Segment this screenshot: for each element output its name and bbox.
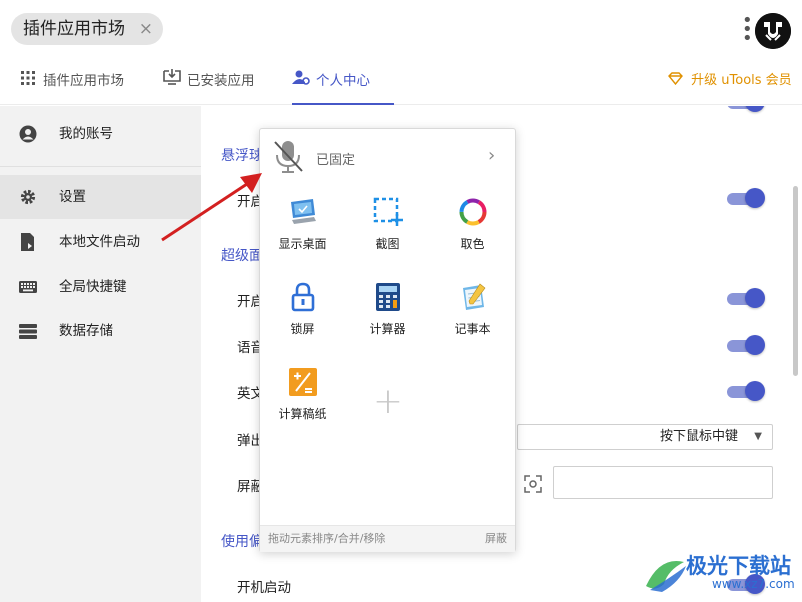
toggle-switch[interactable] — [727, 288, 765, 308]
add-tile-button[interactable]: + — [364, 381, 412, 429]
footer-hint: 拖动元素排序/合并/移除 — [268, 532, 386, 545]
tab-plugin-market[interactable]: 插件应用市场 — [19, 60, 124, 105]
chevron-down-icon: ▼ — [754, 431, 762, 442]
show-desktop-icon — [288, 197, 318, 227]
tile-notepad[interactable]: 记事本 — [430, 282, 515, 362]
color-picker-icon — [458, 197, 488, 227]
calc-paper-icon — [288, 367, 318, 397]
scrollbar[interactable] — [793, 186, 798, 376]
screenshot-icon — [373, 197, 403, 227]
upgrade-button[interactable]: 升级 uTools 会员 — [668, 60, 792, 105]
monitor-download-icon — [163, 60, 181, 102]
user-gear-icon — [292, 60, 310, 102]
utools-logo-icon — [755, 13, 791, 49]
storage-icon — [18, 309, 38, 357]
toggle-switch[interactable] — [727, 106, 765, 112]
keyboard-icon — [18, 265, 38, 311]
chevron-right-icon[interactable]: › — [488, 145, 495, 166]
app-title: 插件应用市场 — [23, 19, 125, 39]
tab-installed[interactable]: 已安装应用 — [163, 60, 255, 105]
row-label: 开机启动 — [237, 580, 291, 596]
title-bar: 插件应用市场 × • • • — [0, 0, 802, 60]
lock-screen-icon — [288, 282, 318, 312]
utools-logo[interactable] — [755, 13, 791, 49]
scan-focus-icon[interactable] — [523, 474, 543, 494]
tile-label: 锁屏 — [290, 322, 315, 336]
sidebar-item-hotkeys[interactable]: 全局快捷键 — [0, 265, 201, 309]
sidebar-item-label: 数据存储 — [59, 323, 113, 339]
toggle-switch[interactable] — [727, 335, 765, 355]
panel-footer: 拖动元素排序/合并/移除 屏蔽 — [260, 525, 515, 552]
more-menu-icon[interactable]: • • • — [742, 12, 753, 48]
tile-screenshot[interactable]: 截图 — [345, 197, 430, 277]
tile-label: 记事本 — [454, 322, 491, 336]
tile-lock-screen[interactable]: 锁屏 — [260, 282, 345, 362]
sidebar-item-label: 全局快捷键 — [59, 279, 127, 295]
tile-label: 计算稿纸 — [278, 407, 327, 421]
annotation-arrow — [161, 173, 262, 242]
tile-label: 计算器 — [369, 322, 406, 336]
sidebar-item-label: 我的账号 — [59, 126, 113, 142]
file-launch-icon — [18, 220, 38, 269]
toggle-switch[interactable] — [727, 188, 765, 208]
tab-label: 插件应用市场 — [43, 73, 124, 89]
tab-label: 个人中心 — [316, 73, 370, 89]
grid-icon — [19, 60, 37, 102]
toggle-switch[interactable] — [727, 381, 765, 401]
panel-header: 已固定 › — [260, 129, 517, 185]
tab-label: 已安装应用 — [187, 73, 255, 89]
upgrade-label: 升级 uTools 会员 — [691, 73, 792, 88]
tile-label: 取色 — [460, 237, 485, 251]
app-title-chip[interactable]: 插件应用市场 × — [11, 13, 163, 45]
gear-icon — [18, 175, 38, 224]
gem-icon — [668, 72, 691, 88]
tab-personal-center[interactable]: 个人中心 — [292, 60, 394, 105]
tile-calculator[interactable]: 计算器 — [345, 282, 430, 362]
sidebar-item-account[interactable]: 我的账号 — [0, 112, 201, 156]
watermark-site: www.xz7.com — [712, 577, 795, 591]
tile-label: 截图 — [375, 237, 400, 251]
footer-block-button[interactable]: 屏蔽 — [485, 526, 507, 552]
notepad-icon — [458, 282, 488, 312]
account-icon — [18, 112, 38, 161]
select-value: 按下鼠标中键 — [659, 429, 738, 444]
close-icon[interactable]: × — [139, 13, 153, 45]
trigger-select[interactable]: 按下鼠标中键 ▼ — [517, 424, 773, 450]
sidebar-item-storage[interactable]: 数据存储 — [0, 309, 201, 353]
sidebar-item-label: 设置 — [59, 189, 86, 205]
tile-color-picker[interactable]: 取色 — [430, 197, 515, 277]
super-panel-popup: 已固定 › 显示桌面 截图 取色 锁屏 计算器 记事本 计算稿纸 + 拖动元素排… — [259, 128, 516, 552]
tile-calc-paper[interactable]: 计算稿纸 — [260, 367, 345, 447]
watermark-title: 极光下载站 — [686, 554, 791, 578]
calculator-icon — [373, 282, 403, 312]
block-input[interactable] — [553, 466, 773, 499]
pinned-label: 已固定 — [316, 153, 356, 168]
sidebar-item-label: 本地文件启动 — [59, 234, 140, 250]
